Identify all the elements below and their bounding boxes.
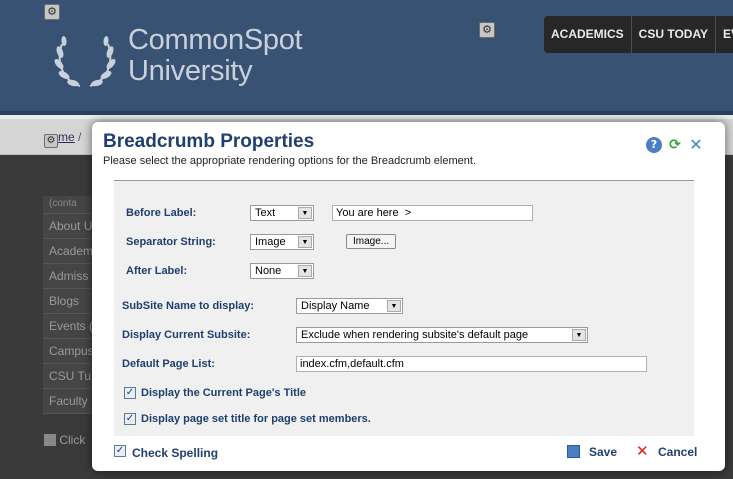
select-value: Image: [255, 236, 286, 248]
default-page-list-label: Default Page List:: [122, 358, 215, 370]
chevron-down-icon: ▼: [298, 265, 312, 277]
display-current-subsite-label: Display Current Subsite:: [122, 329, 251, 341]
sidebar-item[interactable]: About U: [43, 214, 93, 239]
sidebar-item[interactable]: Blogs: [43, 289, 93, 314]
cancel-button[interactable]: Cancel: [658, 445, 697, 459]
sidebar-item[interactable]: CSU Tu: [43, 364, 93, 389]
select-value: Exclude when rendering subsite's default…: [301, 329, 529, 341]
dialog-title-icons: ? ⟳ ✕: [646, 137, 704, 153]
separator-string-label: Separator String:: [126, 236, 216, 248]
current-page-title-checkbox[interactable]: ✓: [124, 387, 136, 399]
display-current-subsite-select[interactable]: Exclude when rendering subsite's default…: [296, 327, 588, 343]
page-set-title-checkbox[interactable]: ✓: [124, 413, 136, 425]
before-label-type-select[interactable]: Text ▼: [250, 205, 314, 221]
chevron-down-icon: ▼: [387, 300, 401, 312]
current-page-title-label[interactable]: Display the Current Page's Title: [141, 387, 306, 399]
breadcrumb-properties-dialog: Breadcrumb Properties Please select the …: [92, 122, 725, 471]
before-label-label: Before Label:: [126, 207, 197, 219]
cancel-icon[interactable]: ✕: [636, 444, 649, 459]
separator-type-select[interactable]: Image ▼: [250, 234, 314, 250]
sidebar-item[interactable]: Admiss: [43, 264, 93, 289]
chevron-down-icon: ▼: [298, 207, 312, 219]
sidebar-item[interactable]: (conta: [43, 196, 93, 214]
refresh-icon[interactable]: ⟳: [667, 137, 683, 153]
click-text: Click: [59, 433, 86, 447]
page-set-title-label[interactable]: Display page set title for page set memb…: [141, 413, 371, 425]
default-page-list-input[interactable]: index.cfm,default.cfm: [296, 356, 647, 372]
after-label-type-select[interactable]: None ▼: [250, 263, 314, 279]
sidebar-item[interactable]: Faculty: [43, 389, 93, 414]
chevron-down-icon: ▼: [572, 329, 586, 341]
after-label-label: After Label:: [126, 265, 188, 277]
sidebar-item[interactable]: Campus: [43, 339, 93, 364]
subsite-name-select[interactable]: Display Name ▼: [296, 298, 403, 314]
separator-image-button[interactable]: Image...: [346, 234, 397, 249]
check-spelling-checkbox[interactable]: ✓: [114, 445, 126, 457]
sidebar-item[interactable]: Events (: [43, 314, 93, 339]
options-panel: Before Label: Text ▼ You are here > Sepa…: [114, 180, 694, 436]
dialog-title: Breadcrumb Properties: [103, 131, 315, 152]
select-value: None: [255, 265, 282, 277]
before-label-text-input[interactable]: You are here >: [332, 205, 533, 221]
select-value: Text: [255, 207, 276, 219]
close-icon[interactable]: ✕: [688, 137, 704, 153]
save-icon[interactable]: [567, 445, 580, 458]
sidebar-nav: (conta About U Academ Admiss Blogs Event…: [43, 196, 93, 414]
subsite-name-label: SubSite Name to display:: [122, 300, 255, 312]
select-value: Display Name: [301, 300, 370, 312]
background-click-link[interactable]: Click: [44, 433, 85, 447]
save-button[interactable]: Save: [589, 445, 617, 459]
dialog-subtitle: Please select the appropriate rendering …: [103, 155, 476, 167]
check-spelling-label[interactable]: Check Spelling: [132, 446, 218, 460]
chevron-down-icon: ▼: [298, 236, 312, 248]
help-icon[interactable]: ?: [646, 137, 662, 153]
page-icon: [44, 434, 56, 446]
sidebar-item[interactable]: Academ: [43, 239, 93, 264]
